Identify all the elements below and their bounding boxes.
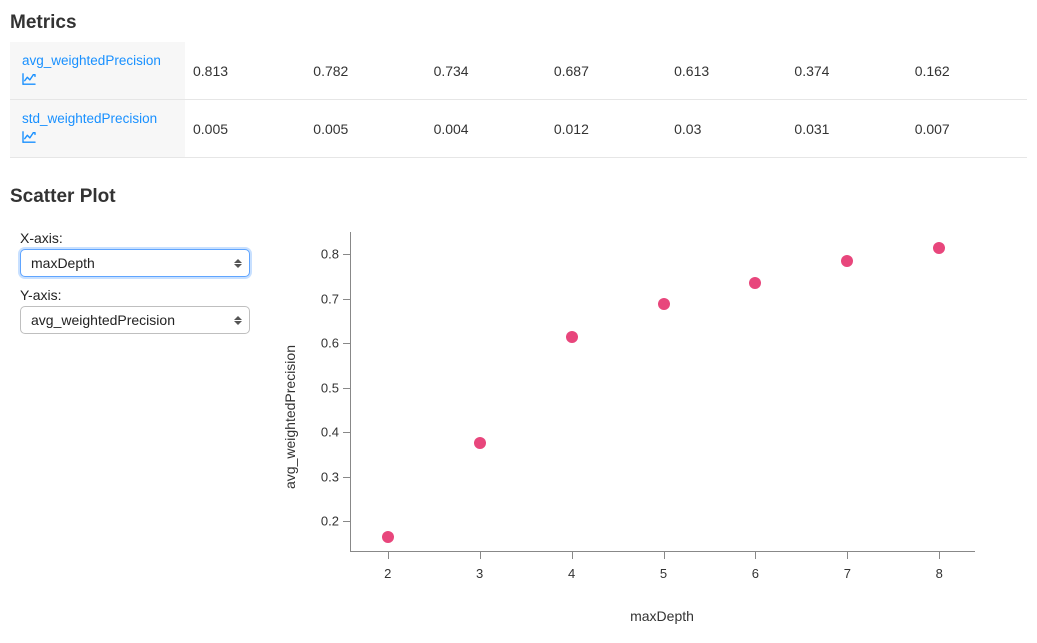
- y-tick-label: 0.2: [313, 514, 339, 529]
- y-tick: [343, 477, 351, 478]
- x-tick-label: 2: [384, 566, 391, 581]
- y-tick: [343, 388, 351, 389]
- metrics-row: avg_weightedPrecision 0.8130.7820.7340.68…: [10, 42, 1027, 100]
- y-tick-label: 0.7: [313, 291, 339, 306]
- axis-controls: X-axis: maxDepth Y-axis: avg_weightedPre…: [10, 216, 270, 334]
- metric-value-cell: 0.031: [786, 100, 906, 158]
- scatter-point[interactable]: [749, 277, 761, 289]
- scatter-point[interactable]: [841, 255, 853, 267]
- x-tick-label: 6: [752, 566, 759, 581]
- x-tick: [847, 551, 848, 559]
- y-tick: [343, 299, 351, 300]
- x-tick-label: 8: [936, 566, 943, 581]
- metric-value-cell: 0.03: [666, 100, 786, 158]
- plot-area: 0.20.30.40.50.60.70.82345678: [350, 232, 975, 552]
- metrics-row: std_weightedPrecision0.0050.0050.0040.01…: [10, 100, 1027, 158]
- metric-value-cell: 0.012: [546, 100, 666, 158]
- y-axis-select-wrap: avg_weightedPrecision: [20, 306, 250, 334]
- scatter-heading: Scatter Plot: [10, 186, 1027, 208]
- x-axis-select[interactable]: maxDepth: [20, 249, 250, 277]
- metric-value-cell: 0.004: [426, 100, 546, 158]
- line-chart-icon: [22, 130, 36, 148]
- metric-value-cell: 0.734: [426, 42, 546, 100]
- x-tick: [664, 551, 665, 559]
- y-axis-title: avg_weightedPrecision: [282, 345, 298, 489]
- metric-value-cell: 0.613: [666, 42, 786, 100]
- x-tick-label: 3: [476, 566, 483, 581]
- metric-value-cell: 0.007: [907, 100, 1027, 158]
- y-tick-label: 0.4: [313, 425, 339, 440]
- y-axis-select[interactable]: avg_weightedPrecision: [20, 306, 250, 334]
- scatter-point[interactable]: [658, 298, 670, 310]
- y-tick: [343, 254, 351, 255]
- scatter-point[interactable]: [382, 531, 394, 543]
- metric-value-cell: 0.005: [185, 100, 305, 158]
- metrics-heading: Metrics: [10, 12, 1027, 34]
- metric-value-cell: 0.782: [305, 42, 425, 100]
- x-tick: [939, 551, 940, 559]
- x-tick: [755, 551, 756, 559]
- x-tick: [388, 551, 389, 559]
- scatter-point[interactable]: [933, 242, 945, 254]
- metric-name: std_weightedPrecision: [22, 111, 157, 126]
- metric-link[interactable]: std_weightedPrecision: [22, 110, 157, 147]
- scatter-chart: avg_weightedPrecision 0.20.30.40.50.60.7…: [290, 222, 1017, 612]
- x-axis-select-wrap: maxDepth: [20, 249, 250, 277]
- metric-value-cell: 0.005: [305, 100, 425, 158]
- y-axis-label: Y-axis:: [20, 287, 260, 303]
- x-tick-label: 7: [844, 566, 851, 581]
- scatter-point[interactable]: [474, 437, 486, 449]
- y-tick: [343, 432, 351, 433]
- x-axis-title: maxDepth: [630, 608, 694, 624]
- metric-value-cell: 0.374: [786, 42, 906, 100]
- metric-value-cell: 0.687: [546, 42, 666, 100]
- x-axis-label: X-axis:: [20, 230, 260, 246]
- y-tick-label: 0.6: [313, 336, 339, 351]
- line-chart-icon: [22, 72, 36, 90]
- metric-name-cell: std_weightedPrecision: [10, 100, 185, 158]
- metrics-table: avg_weightedPrecision 0.8130.7820.7340.68…: [10, 42, 1027, 158]
- x-tick-label: 5: [660, 566, 667, 581]
- scatter-point[interactable]: [566, 331, 578, 343]
- metric-value-cell: 0.813: [185, 42, 305, 100]
- metric-link[interactable]: avg_weightedPrecision: [22, 52, 161, 89]
- metric-name-cell: avg_weightedPrecision: [10, 42, 185, 100]
- metric-name: avg_weightedPrecision: [22, 53, 161, 68]
- y-tick-label: 0.3: [313, 469, 339, 484]
- x-tick: [572, 551, 573, 559]
- x-tick: [480, 551, 481, 559]
- y-tick-label: 0.8: [313, 247, 339, 262]
- x-tick-label: 4: [568, 566, 575, 581]
- metric-value-cell: 0.162: [907, 42, 1027, 100]
- y-tick-label: 0.5: [313, 380, 339, 395]
- y-tick: [343, 343, 351, 344]
- y-tick: [343, 521, 351, 522]
